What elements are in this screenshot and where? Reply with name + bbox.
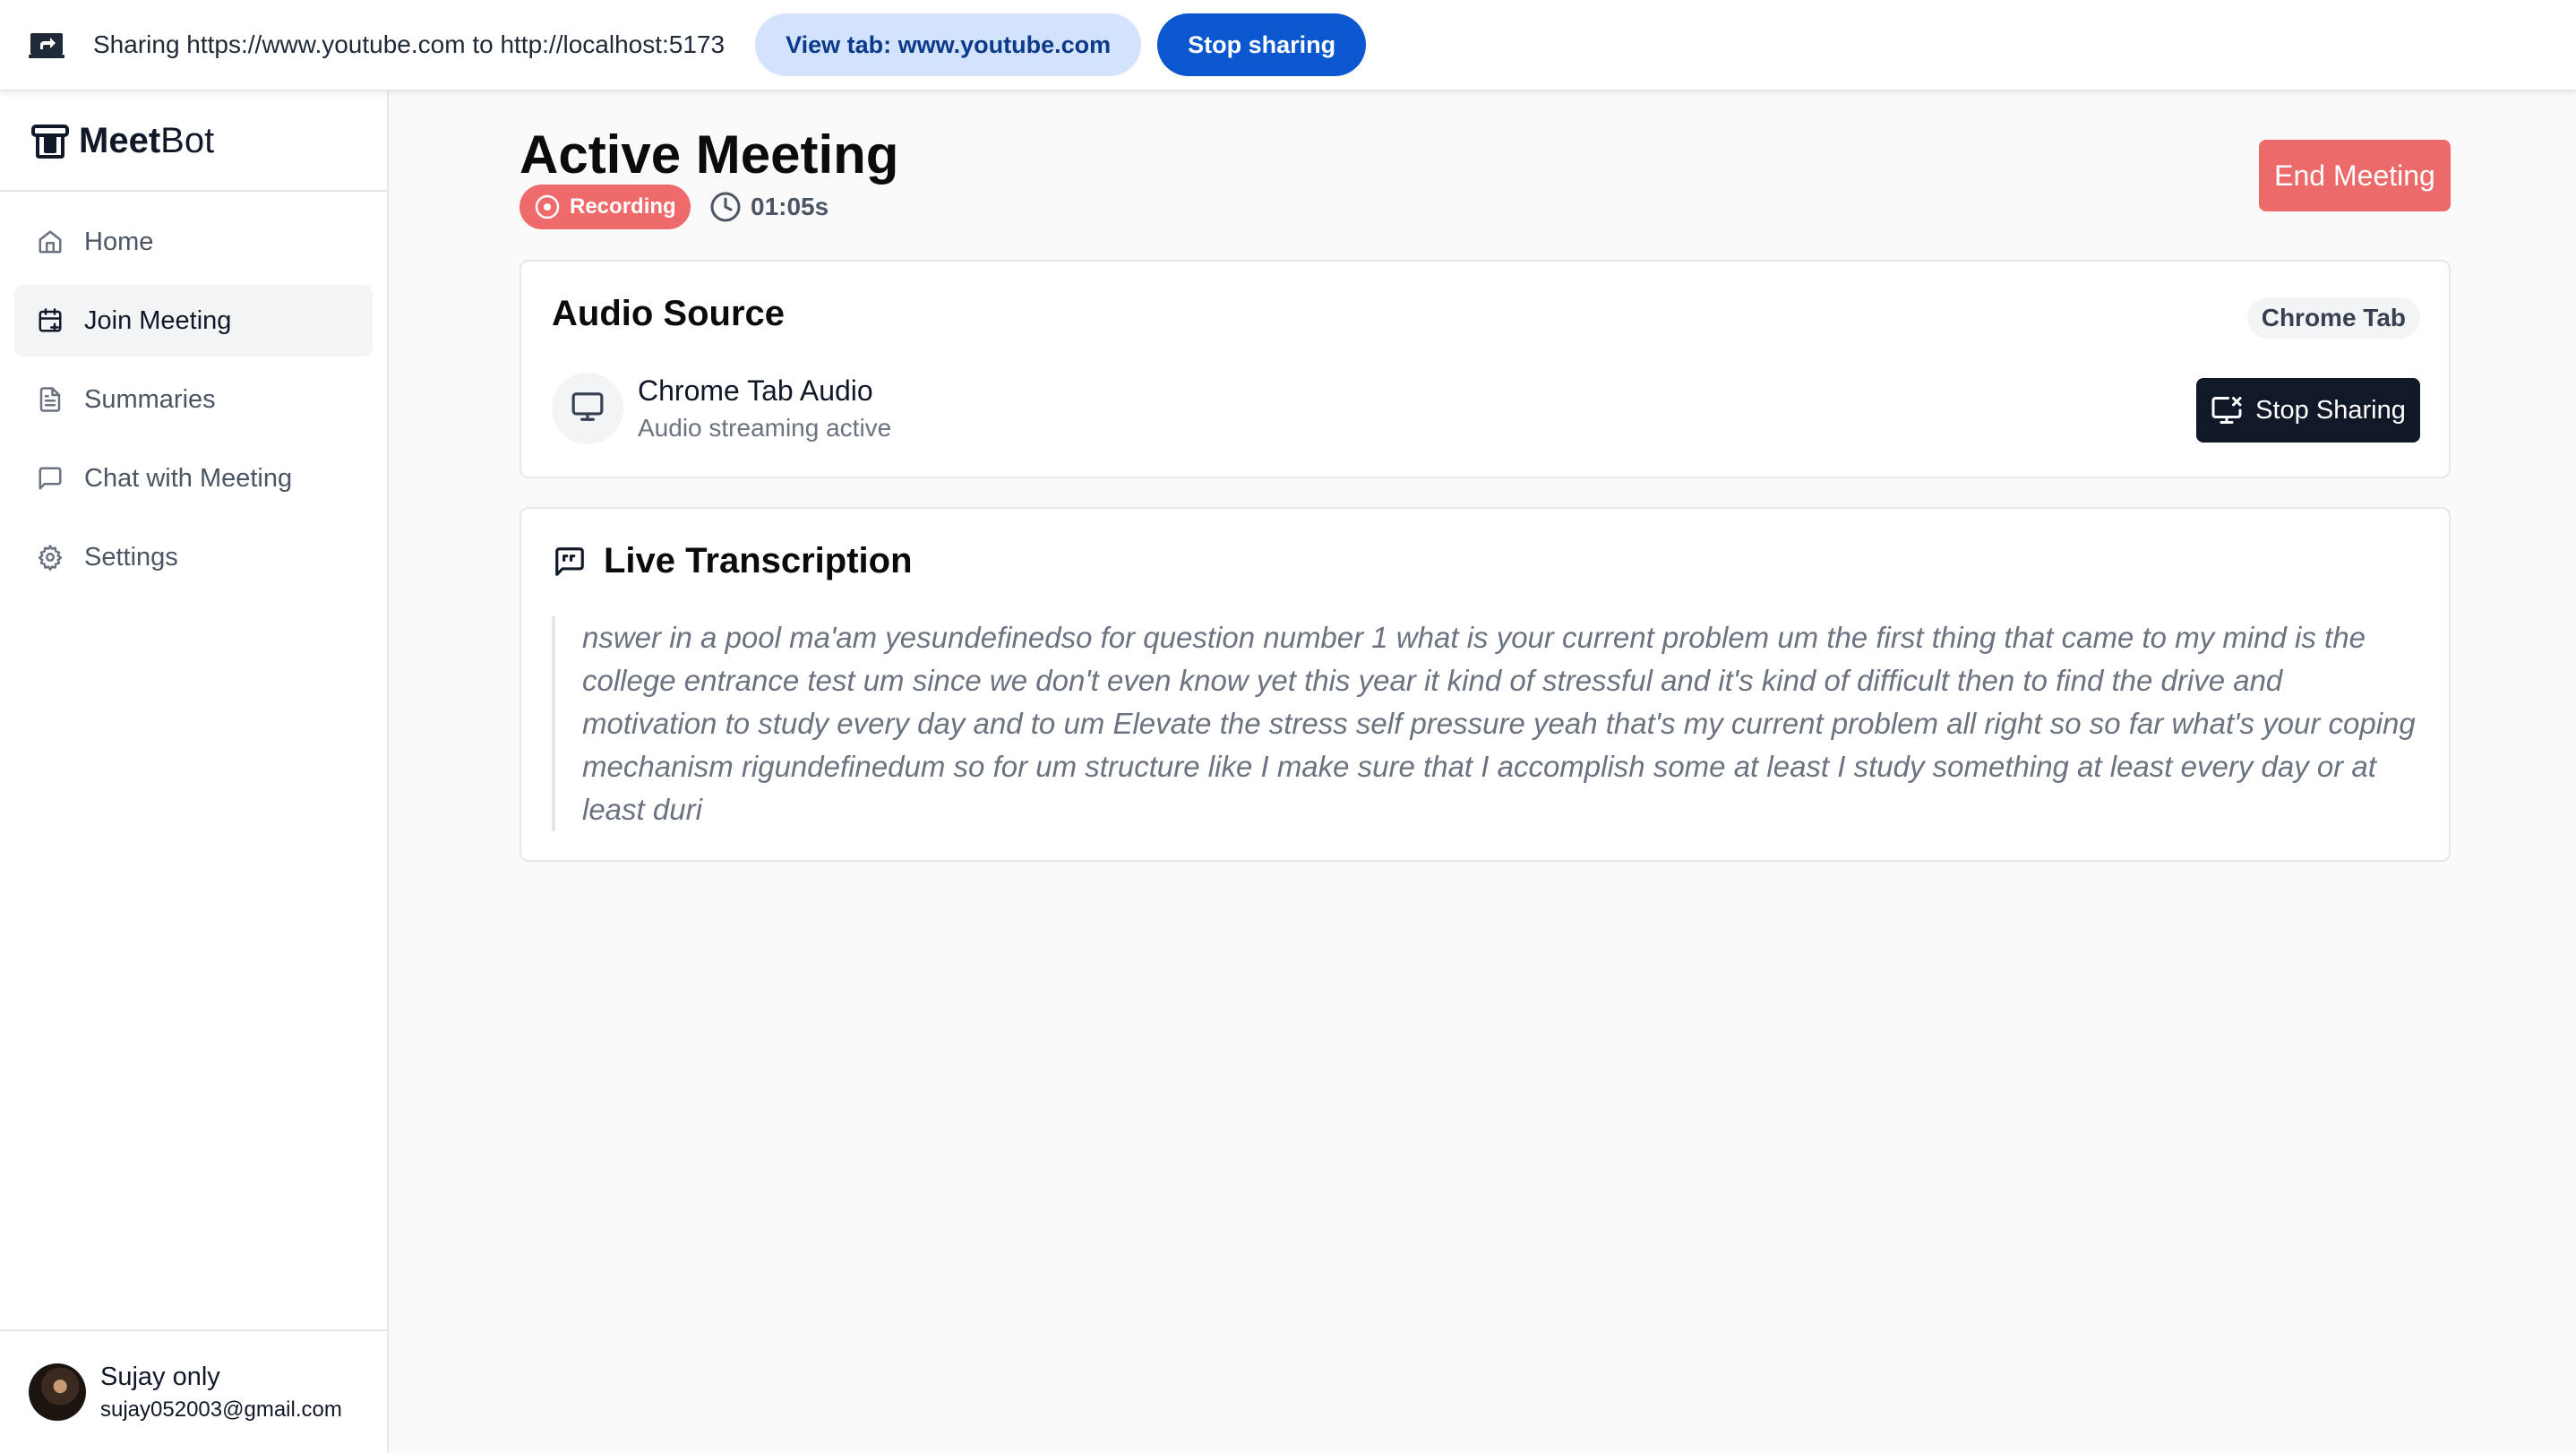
sidebar-item-label: Settings bbox=[84, 542, 178, 572]
sidebar-item-label: Summaries bbox=[84, 384, 216, 414]
transcription-title: Live Transcription bbox=[604, 541, 913, 580]
sidebar-nav: Home Join Meeting Summaries Chat with Me… bbox=[0, 192, 387, 593]
screen-share-icon bbox=[29, 27, 64, 63]
user-email: sujay052003@gmail.com bbox=[100, 1397, 342, 1422]
brand-name-bold: Meet bbox=[79, 120, 161, 160]
bot-logo-icon bbox=[30, 121, 70, 160]
quote-message-icon bbox=[552, 544, 588, 580]
monitor-icon bbox=[571, 390, 605, 428]
view-tab-button[interactable]: View tab: www.youtube.com bbox=[755, 13, 1142, 76]
sidebar-item-chat-with-meeting[interactable]: Chat with Meeting bbox=[14, 443, 373, 514]
live-transcription-card: Live Transcription nswer in a pool ma'am… bbox=[519, 507, 2451, 862]
sidebar-item-label: Home bbox=[84, 227, 154, 256]
stop-sharing-label: Stop Sharing bbox=[2255, 395, 2406, 425]
sharing-status-text: Sharing https://www.youtube.com to http:… bbox=[93, 30, 726, 58]
document-icon bbox=[36, 385, 64, 414]
device-icon-wrapper bbox=[552, 373, 623, 444]
clock-icon bbox=[709, 191, 742, 223]
tab-sharing-bar: Sharing https://www.youtube.com to http:… bbox=[0, 0, 2576, 91]
brand[interactable]: MeetBot bbox=[0, 91, 387, 192]
transcription-header: Live Transcription bbox=[552, 541, 913, 581]
sidebar: MeetBot Home Join Meeting Summaries Chat… bbox=[0, 91, 389, 1453]
screen-share-off-icon bbox=[2211, 394, 2243, 426]
record-icon bbox=[534, 193, 561, 220]
timer-value: 01:05s bbox=[751, 193, 829, 220]
recording-badge: Recording bbox=[519, 185, 691, 229]
home-icon bbox=[36, 228, 64, 256]
main-content: Active Meeting Recording 01:05s End Meet… bbox=[391, 91, 2576, 1453]
stop-sharing-chrome-button[interactable]: Stop sharing bbox=[1157, 13, 1367, 76]
user-name: Sujay only bbox=[100, 1362, 220, 1391]
user-info: Sujay only sujay052003@gmail.com bbox=[100, 1363, 342, 1423]
audio-source-title: Audio Source bbox=[552, 294, 786, 333]
device-status: Audio streaming active bbox=[638, 414, 892, 442]
sidebar-item-settings[interactable]: Settings bbox=[14, 521, 373, 593]
recording-label: Recording bbox=[570, 194, 676, 219]
meeting-timer: 01:05s bbox=[709, 185, 829, 229]
device-name: Chrome Tab Audio bbox=[638, 374, 873, 407]
gear-icon bbox=[36, 543, 64, 572]
sidebar-item-home[interactable]: Home bbox=[14, 206, 373, 278]
chat-icon bbox=[36, 464, 64, 493]
audio-source-card: Audio Source Chrome Tab Chrome Tab Audio… bbox=[519, 260, 2451, 478]
brand-name-light: Bot bbox=[160, 120, 215, 160]
page-title: Active Meeting bbox=[519, 125, 899, 185]
stop-sharing-button[interactable]: Stop Sharing bbox=[2196, 378, 2420, 443]
transcription-text: nswer in a pool ma'am yesundefinedso for… bbox=[552, 616, 2424, 831]
sidebar-item-label: Chat with Meeting bbox=[84, 463, 293, 493]
source-type-badge: Chrome Tab bbox=[2246, 297, 2420, 339]
sidebar-item-summaries[interactable]: Summaries bbox=[14, 364, 373, 435]
end-meeting-button[interactable]: End Meeting bbox=[2259, 140, 2451, 211]
user-profile[interactable]: Sujay only sujay052003@gmail.com bbox=[0, 1329, 387, 1453]
avatar bbox=[29, 1363, 86, 1421]
brand-name: MeetBot bbox=[79, 121, 214, 161]
calendar-plus-icon bbox=[36, 306, 64, 335]
sidebar-item-join-meeting[interactable]: Join Meeting bbox=[14, 285, 373, 357]
sidebar-item-label: Join Meeting bbox=[84, 305, 232, 335]
